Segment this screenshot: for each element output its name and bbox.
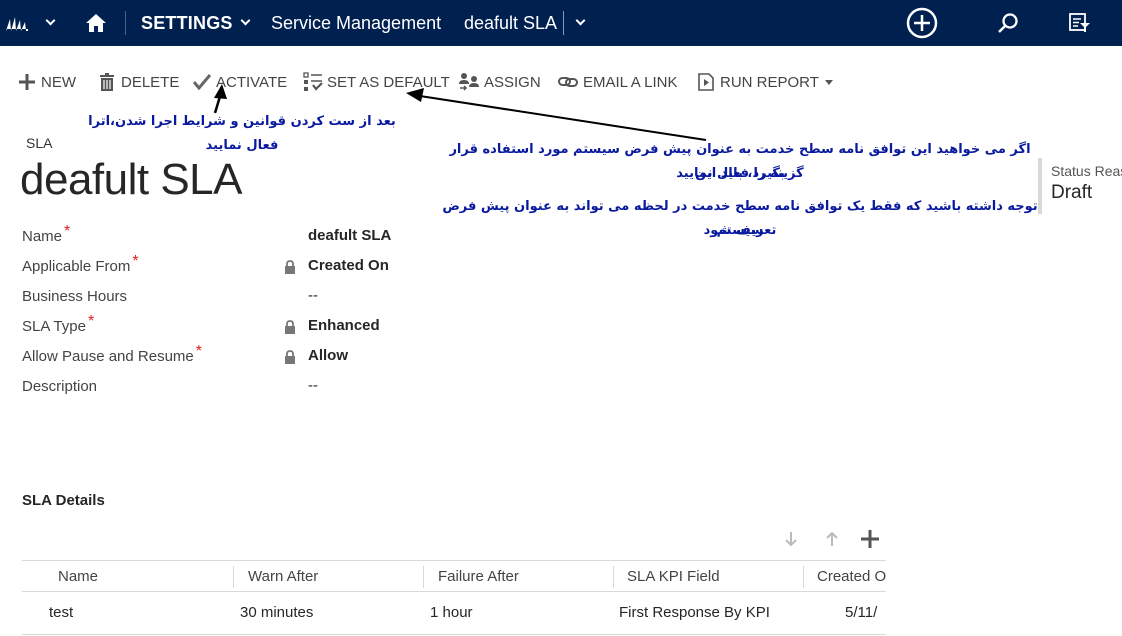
column-header-name[interactable]: Name (58, 568, 98, 585)
field-value[interactable]: -- (308, 377, 318, 394)
field-label: Applicable From * (22, 253, 139, 275)
cell-name[interactable]: test (49, 604, 73, 621)
arrow-up-icon (826, 531, 838, 546)
cell-sla-kpi-field: First Response By KPI (619, 604, 770, 621)
field-allow-pause-resume: Allow Pause and Resume * Allow (22, 342, 522, 372)
field-applicable-from: Applicable From * Created On (22, 252, 522, 282)
required-marker: * (195, 343, 202, 360)
grid-header-border (22, 591, 886, 592)
arrow-down-icon (785, 532, 797, 547)
field-label: SLA Type * (22, 313, 95, 335)
arrow-to-set-as-default (406, 88, 707, 141)
column-separator[interactable] (233, 566, 234, 588)
move-down-button[interactable] (782, 525, 800, 553)
lock-icon (284, 320, 296, 339)
entity-type-label: SLA (26, 135, 53, 151)
column-separator[interactable] (613, 566, 614, 588)
field-label: Name * (22, 223, 71, 245)
required-marker: * (64, 223, 71, 240)
column-header-sla-kpi-field[interactable]: SLA KPI Field (627, 568, 720, 585)
field-name: Name * deafult SLA (22, 222, 522, 252)
sla-details-title: SLA Details (22, 492, 105, 509)
field-description: Description -- (22, 372, 522, 402)
field-label: Allow Pause and Resume * (22, 343, 202, 365)
field-value: Created On (308, 257, 389, 274)
grid-toolbar (780, 525, 890, 553)
grid-row-border (22, 634, 886, 635)
column-separator[interactable] (803, 566, 804, 588)
field-sla-type: SLA Type * Enhanced (22, 312, 522, 342)
record-title: deafult SLA (20, 155, 243, 204)
column-separator[interactable] (423, 566, 424, 588)
required-marker: * (87, 313, 95, 330)
lock-icon (284, 260, 296, 279)
warning-annotation-line2: تعریف شود (703, 223, 777, 238)
cell-warn-after: 30 minutes (240, 604, 314, 621)
required-marker: * (132, 253, 139, 270)
cell-created-on: 5/11/ (845, 604, 878, 621)
lock-icon (284, 350, 296, 369)
plus-icon (861, 530, 879, 548)
field-value: Enhanced (308, 317, 380, 334)
move-up-button[interactable] (823, 525, 841, 553)
column-header-warn-after[interactable]: Warn After (248, 568, 318, 585)
arrow-to-activate (213, 84, 227, 114)
default-annotation-line2: گزینه را فعال نمایید (676, 166, 804, 181)
status-reason-box: Status Reason Draft (1038, 158, 1122, 214)
field-value: Allow (308, 347, 348, 364)
field-business-hours: Business Hours -- (22, 282, 522, 312)
column-header-created-on[interactable]: Created On (817, 568, 886, 585)
field-value[interactable]: deafult SLA (308, 227, 391, 244)
grid-border (22, 560, 886, 561)
field-label: Business Hours (22, 288, 128, 305)
activate-annotation: بعد از ست کردن قوانین و شرایط اجرا شدن،ا… (88, 114, 396, 153)
status-reason-value[interactable]: Draft (1051, 182, 1122, 204)
cell-failure-after: 1 hour (430, 604, 473, 621)
field-value[interactable]: -- (308, 287, 318, 304)
field-label: Description (22, 378, 98, 395)
column-header-failure-after[interactable]: Failure After (438, 568, 519, 585)
status-reason-label: Status Reason (1051, 163, 1122, 179)
add-sla-item-button[interactable] (860, 525, 880, 553)
